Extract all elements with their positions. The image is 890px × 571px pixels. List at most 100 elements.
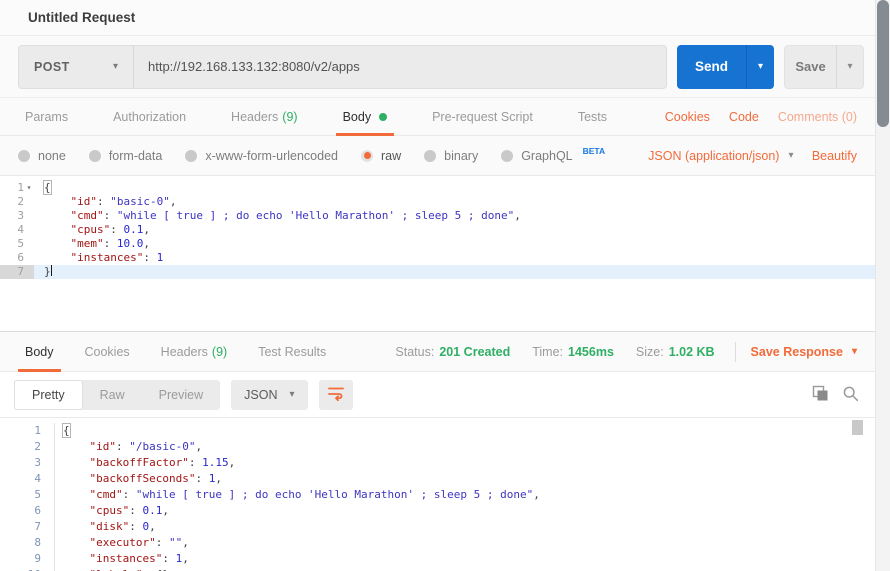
response-tab-cookies[interactable]: Cookies [78, 332, 137, 371]
send-options-button[interactable]: ▾ [746, 45, 774, 89]
line-number-gutter: 4 [0, 223, 34, 237]
radio-icon [185, 150, 197, 162]
request-tabs: Params Authorization Headers (9) Body Pr… [0, 98, 875, 136]
save-options-button[interactable]: ▾ [836, 45, 864, 89]
chevron-down-icon: ▾ [289, 390, 294, 400]
segment-raw[interactable]: Raw [83, 380, 142, 410]
tab-body[interactable]: Body [336, 98, 395, 135]
line-number-gutter: 1 [0, 423, 55, 439]
code-line[interactable]: 8 "executor": "", [0, 535, 875, 551]
code-line[interactable]: 7 "disk": 0, [0, 519, 875, 535]
chevron-down-icon: ▾ [847, 61, 852, 72]
code-line[interactable]: 1{ [0, 423, 875, 439]
code-line[interactable]: 2 "id": "basic-0", [0, 195, 875, 209]
view-mode-switch: Pretty Raw Preview [14, 380, 220, 410]
radio-icon [89, 150, 101, 162]
divider [735, 342, 736, 362]
code-line[interactable]: 1▾{ [0, 181, 875, 195]
save-response-button[interactable]: Save Response ▾ [751, 345, 857, 359]
code-line[interactable]: 2 "id": "/basic-0", [0, 439, 875, 455]
code-link[interactable]: Code [729, 110, 759, 124]
line-number-gutter: 6 [0, 503, 55, 519]
send-button-group: Send ▾ [677, 45, 774, 89]
request-title-bar: Untitled Request [0, 0, 875, 36]
cookies-link[interactable]: Cookies [665, 110, 710, 124]
response-meta-bar: Body Cookies Headers (9) Test Results St… [0, 332, 875, 372]
code-line[interactable]: 6 "cpus": 0.1, [0, 503, 875, 519]
postman-request-window: Untitled Request POST ▾ Send ▾ Save ▾ Pa… [0, 0, 875, 571]
code-line[interactable]: 7} [0, 265, 875, 279]
radio-icon [424, 150, 436, 162]
tab-headers[interactable]: Headers (9) [224, 98, 305, 135]
response-scrollbar-thumb[interactable] [852, 420, 863, 435]
comments-link[interactable]: Comments (0) [778, 110, 857, 124]
chevron-down-icon: ▾ [788, 151, 793, 161]
code-line[interactable]: 4 "cpus": 0.1, [0, 223, 875, 237]
radio-graphql[interactable]: GraphQL BETA [501, 149, 605, 163]
radio-raw[interactable]: raw [361, 149, 401, 163]
status-badge: 201 Created [439, 345, 510, 359]
page-scrollbar-thumb[interactable] [877, 0, 889, 127]
wrap-lines-icon [327, 385, 345, 404]
code-line[interactable]: 6 "instances": 1 [0, 251, 875, 265]
beautify-link[interactable]: Beautify [812, 149, 857, 163]
search-button[interactable] [842, 385, 859, 405]
response-toolbar: Pretty Raw Preview JSON ▾ [0, 372, 875, 418]
segment-preview[interactable]: Preview [142, 380, 220, 410]
radio-icon [18, 150, 30, 162]
line-number-gutter: 3 [0, 209, 34, 223]
segment-pretty[interactable]: Pretty [14, 380, 83, 410]
save-button[interactable]: Save [784, 45, 836, 89]
code-line[interactable]: 9 "instances": 1, [0, 551, 875, 567]
request-url-bar: POST ▾ Send ▾ Save ▾ [0, 36, 875, 98]
code-line[interactable]: 10 "labels": {}, [0, 567, 875, 571]
wrap-lines-button[interactable] [319, 380, 353, 410]
radio-binary[interactable]: binary [424, 149, 478, 163]
fold-arrow-icon[interactable]: ▾ [24, 181, 34, 195]
copy-icon [812, 385, 829, 405]
time-stat: Time:1456ms [532, 345, 614, 359]
request-tab-links: Cookies Code Comments (0) [665, 98, 857, 135]
page-scrollbar[interactable] [875, 0, 890, 571]
response-body-editor[interactable]: 1{2 "id": "/basic-0",3 "backoffFactor": … [0, 418, 875, 571]
search-icon [842, 385, 859, 405]
request-title: Untitled Request [28, 10, 135, 25]
chevron-down-icon: ▾ [852, 347, 857, 357]
save-button-group: Save ▾ [784, 45, 864, 89]
tab-params[interactable]: Params [18, 98, 75, 135]
response-tab-test-results[interactable]: Test Results [251, 332, 333, 371]
body-content-dot-icon [379, 113, 387, 121]
tab-tests[interactable]: Tests [571, 98, 614, 135]
request-body-editor[interactable]: 1▾{2 "id": "basic-0",3 "cmd": "while [ t… [0, 176, 875, 332]
radio-x-www-form-urlencoded[interactable]: x-www-form-urlencoded [185, 149, 338, 163]
code-line[interactable]: 3 "backoffFactor": 1.15, [0, 455, 875, 471]
line-number-gutter: 1▾ [0, 181, 34, 195]
response-format-dropdown[interactable]: JSON ▾ [231, 380, 307, 410]
line-number-gutter: 2 [0, 439, 55, 455]
response-tab-headers[interactable]: Headers (9) [154, 332, 235, 371]
body-type-bar: none form-data x-www-form-urlencoded raw… [0, 136, 875, 176]
code-line[interactable]: 4 "backoffSeconds": 1, [0, 471, 875, 487]
response-tab-body[interactable]: Body [18, 332, 61, 371]
code-line[interactable]: 5 "cmd": "while [ true ] ; do echo 'Hell… [0, 487, 875, 503]
beta-badge: BETA [583, 146, 606, 156]
copy-button[interactable] [812, 385, 829, 405]
tab-pre-request-script[interactable]: Pre-request Script [425, 98, 540, 135]
code-line[interactable]: 5 "mem": 10.0, [0, 237, 875, 251]
response-headers-count-badge: (9) [212, 345, 227, 359]
response-toolbar-icons [812, 385, 859, 405]
radio-none[interactable]: none [18, 149, 66, 163]
radio-form-data[interactable]: form-data [89, 149, 163, 163]
line-number-gutter: 4 [0, 471, 55, 487]
radio-selected-icon [361, 150, 373, 162]
code-line[interactable]: 3 "cmd": "while [ true ] ; do echo 'Hell… [0, 209, 875, 223]
send-button[interactable]: Send [677, 45, 746, 89]
size-stat: Size:1.02 KB [636, 345, 715, 359]
time-value: 1456ms [568, 345, 614, 359]
line-number-gutter: 8 [0, 535, 55, 551]
url-input[interactable] [134, 46, 666, 88]
content-type-selector[interactable]: JSON (application/json) ▾ [648, 149, 793, 163]
tab-authorization[interactable]: Authorization [106, 98, 193, 135]
method-select[interactable]: POST ▾ [19, 46, 134, 88]
size-value: 1.02 KB [669, 345, 715, 359]
